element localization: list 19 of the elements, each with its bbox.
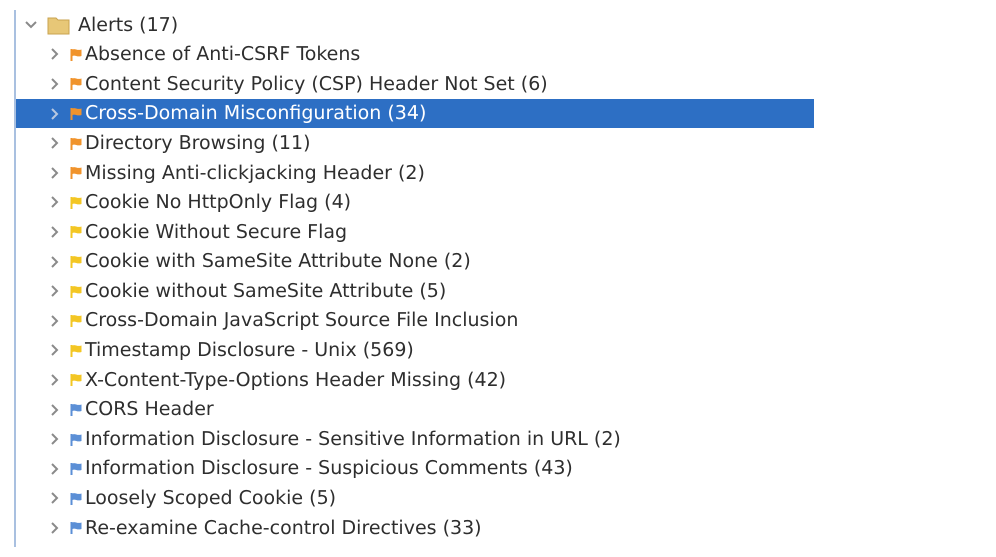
tree-item[interactable]: Cookie No HttpOnly Flag (4) xyxy=(16,188,814,218)
tree-item[interactable]: Cookie without SameSite Attribute (5) xyxy=(16,276,814,306)
tree-item[interactable]: Loosely Scoped Cookie (5) xyxy=(16,484,814,514)
tree-item[interactable]: Cross-Domain JavaScript Source File Inclusion xyxy=(16,306,814,336)
tree-item[interactable]: Content Security Policy (CSP) Header Not Set (6) xyxy=(16,69,814,99)
tree-item[interactable]: Cookie Without Secure Flag xyxy=(16,217,814,247)
tree-item[interactable]: X-Content-Type-Options Header Missing (42) xyxy=(16,365,814,395)
tree-item[interactable]: Information Disclosure - Suspicious Comments (43) xyxy=(16,454,814,484)
tree-item[interactable]: Directory Browsing (11) xyxy=(16,128,814,158)
folder-icon xyxy=(47,14,71,35)
tree-item[interactable]: Re-examine Cache-control Directives (33) xyxy=(16,513,814,543)
tree-item[interactable]: Timestamp Disclosure - Unix (569) xyxy=(16,336,814,366)
tree-item[interactable]: Missing Anti-clickjacking Header (2) xyxy=(16,158,814,188)
tree-item[interactable]: CORS Header xyxy=(16,394,814,424)
tree-item[interactable]: Information Disclosure - Sensitive Information in URL (2) xyxy=(16,424,814,454)
tree-item[interactable]: Cross-Domain Misconfiguration (34) xyxy=(16,98,814,128)
tree-item[interactable]: Cookie with SameSite Attribute None (2) xyxy=(16,246,814,276)
tree-item[interactable]: Absence of Anti-CSRF Tokens xyxy=(16,40,814,70)
tree-root-label[interactable]: Alerts (17) xyxy=(78,10,178,40)
